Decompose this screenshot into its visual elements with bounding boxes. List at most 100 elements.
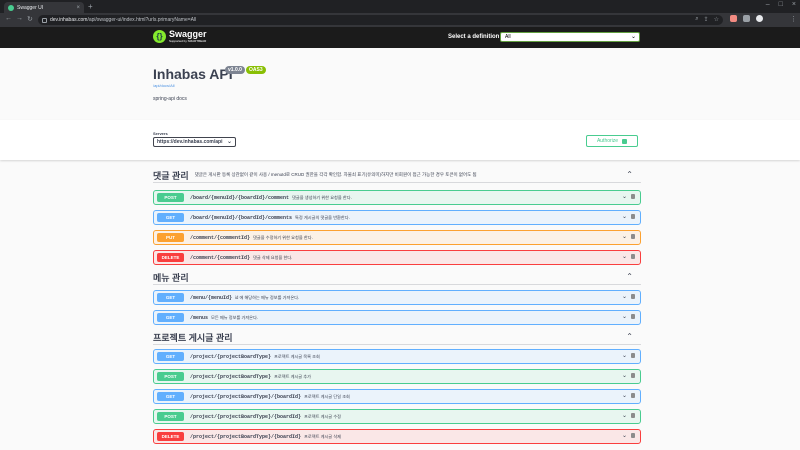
- operation-block[interactable]: GET/board/{menuId}/{boardId}/comments 특정 …: [153, 210, 641, 225]
- server-value: https://dev.inhabas.com/api: [157, 139, 223, 145]
- minimize-icon[interactable]: –: [766, 1, 770, 8]
- chevron-down-icon[interactable]: ⌄: [622, 352, 627, 359]
- api-info: Inhabas API v1.0.0 OAS3 /api/docs/All sp…: [0, 48, 800, 120]
- lock-icon[interactable]: [631, 433, 635, 438]
- chevron-down-icon[interactable]: ⌄: [622, 432, 627, 439]
- operation-summary: id 에 해당하는 메뉴 정보를 가져온다.: [235, 294, 300, 300]
- logo-subtext: Supported by SMARTBEAR: [169, 39, 207, 43]
- operation-block[interactable]: POST/board/{menuId}/{boardId}/comment 댓글을…: [153, 190, 641, 205]
- lock-icon[interactable]: [631, 413, 635, 418]
- chevron-down-icon: ⌄: [630, 34, 636, 40]
- chevron-down-icon[interactable]: ⌄: [622, 313, 627, 320]
- lock-icon[interactable]: [631, 254, 635, 259]
- section-header[interactable]: 메뉴 관리 ⌃: [153, 270, 641, 285]
- operation-path: /project/{projectBoardType}: [190, 373, 272, 380]
- http-method-badge: GET: [157, 352, 184, 361]
- operation-path: /comment/{commentId}: [190, 254, 251, 261]
- chevron-down-icon[interactable]: ⌄: [622, 372, 627, 379]
- window-controls: – □ ×: [766, 1, 796, 8]
- http-method-badge: GET: [157, 213, 184, 222]
- operation-block[interactable]: PUT/comment/{commentId} 댓글을 수정하기 위한 요청을 한…: [153, 230, 641, 245]
- lock-icon[interactable]: [631, 234, 635, 239]
- section-header[interactable]: 댓글 관리 댓글은 게시판 등록 상관없이 같이 사용 / menuId로 CRU…: [153, 168, 641, 183]
- share-icon[interactable]: ⇪: [704, 16, 709, 23]
- extensions: [730, 15, 763, 22]
- maximize-icon[interactable]: □: [779, 1, 783, 8]
- chevron-down-icon[interactable]: ⌄: [622, 213, 627, 220]
- chevron-down-icon[interactable]: ⌄: [622, 253, 627, 260]
- operation-block[interactable]: GET/menus 모든 메뉴 정보를 가져온다. ⌄: [153, 310, 641, 325]
- operation-block[interactable]: POST/project/{projectBoardType} 프로젝트 게시글 …: [153, 369, 641, 384]
- reload-icon[interactable]: ↻: [27, 15, 33, 23]
- operation-path: /comment/{commentId}: [190, 234, 251, 241]
- scheme-container: Servers https://dev.inhabas.com/api ⌄ Au…: [0, 120, 800, 160]
- extensions-puzzle-icon[interactable]: [743, 15, 750, 22]
- chevron-up-icon[interactable]: ⌃: [626, 170, 633, 179]
- browser-toolbar: ← → ↻ dev.inhabas.com/api/swagger-ui/ind…: [0, 13, 800, 27]
- operation-block[interactable]: GET/project/{projectBoardType} 프로젝트 게시글 목…: [153, 349, 641, 364]
- operation-path: /menu/{menuId}: [190, 294, 233, 301]
- chevron-down-icon[interactable]: ⌄: [622, 293, 627, 300]
- http-method-badge: GET: [157, 293, 184, 302]
- servers-select[interactable]: https://dev.inhabas.com/api ⌄: [153, 137, 236, 147]
- servers-label: Servers: [153, 131, 168, 136]
- back-icon[interactable]: ←: [5, 15, 12, 22]
- operation-path: /board/{menuId}/{boardId}/comments: [190, 214, 293, 221]
- lock-icon[interactable]: [631, 194, 635, 199]
- logo-text: Swagger: [169, 29, 207, 39]
- operation-block[interactable]: POST/project/{projectBoardType}/{boardId…: [153, 409, 641, 424]
- address-bar[interactable]: dev.inhabas.com/api/swagger-ui/index.htm…: [38, 15, 723, 25]
- http-method-badge: POST: [157, 193, 184, 202]
- section-name: 댓글 관리: [153, 170, 189, 181]
- lock-icon[interactable]: [631, 393, 635, 398]
- lock-icon[interactable]: [631, 353, 635, 358]
- lock-icon[interactable]: [631, 294, 635, 299]
- profile-avatar[interactable]: [756, 15, 763, 22]
- operation-block[interactable]: GET/project/{projectBoardType}/{boardId}…: [153, 389, 641, 404]
- operation-summary: 프로젝트 게시글 목록 조회: [274, 353, 320, 359]
- bookmark-star-icon[interactable]: ☆: [714, 16, 719, 23]
- http-method-badge: DELETE: [157, 253, 184, 262]
- swagger-logo[interactable]: {} Swagger Supported by SMARTBEAR: [153, 30, 207, 43]
- lock-icon[interactable]: [631, 373, 635, 378]
- extension-icon[interactable]: [730, 15, 737, 22]
- http-method-badge: GET: [157, 392, 184, 401]
- operation-block[interactable]: DELETE/project/{projectBoardType}/{board…: [153, 429, 641, 444]
- definition-select[interactable]: All ⌄: [500, 32, 640, 42]
- site-info-icon[interactable]: [42, 17, 47, 23]
- operation-block[interactable]: GET/menu/{menuId} id 에 해당하는 메뉴 정보를 가져온다. ⌄: [153, 290, 641, 305]
- lock-icon[interactable]: [631, 214, 635, 219]
- browser-tab[interactable]: Swagger UI ×: [4, 2, 84, 13]
- chevron-up-icon[interactable]: ⌃: [626, 332, 633, 341]
- operation-path: /menus: [190, 314, 209, 321]
- operation-block[interactable]: DELETE/comment/{commentId} 댓글 삭제 요청을 한다. ⌄: [153, 250, 641, 265]
- close-window-icon[interactable]: ×: [792, 1, 796, 8]
- definition-value: All: [505, 34, 511, 40]
- authorize-button[interactable]: Authorize: [586, 135, 638, 147]
- zoom-icon[interactable]: ⌕: [695, 16, 698, 23]
- chevron-down-icon[interactable]: ⌄: [622, 233, 627, 240]
- section-header[interactable]: 프로젝트 게시글 관리 ⌃: [153, 330, 641, 345]
- operation-path: /project/{projectBoardType}/{boardId}: [190, 433, 302, 440]
- authorize-label: Authorize: [596, 138, 619, 144]
- operation-path: /project/{projectBoardType}: [190, 353, 272, 360]
- new-tab-icon[interactable]: +: [88, 2, 93, 11]
- forward-icon[interactable]: →: [16, 15, 23, 22]
- tab-title: Swagger UI: [17, 4, 44, 11]
- swagger-logo-icon: {}: [153, 30, 166, 43]
- lock-icon[interactable]: [631, 314, 635, 319]
- operation-path: /project/{projectBoardType}/{boardId}: [190, 413, 302, 420]
- close-icon[interactable]: ×: [76, 5, 80, 11]
- swagger-favicon-icon: [8, 4, 14, 11]
- operation-summary: 프로젝트 게시글 추가: [274, 373, 312, 379]
- chevron-down-icon[interactable]: ⌄: [622, 412, 627, 419]
- api-docs-link[interactable]: /api/docs/All: [153, 83, 175, 88]
- chevron-down-icon[interactable]: ⌄: [622, 392, 627, 399]
- http-method-badge: GET: [157, 313, 184, 322]
- chevron-down-icon[interactable]: ⌄: [622, 193, 627, 200]
- lock-icon: [622, 138, 628, 144]
- operation-summary: 프로젝트 게시글 단일 조회: [304, 393, 350, 399]
- chevron-up-icon[interactable]: ⌃: [626, 272, 633, 281]
- chevron-down-icon: ⌄: [226, 139, 232, 145]
- browser-menu-icon[interactable]: ⋮: [790, 15, 797, 23]
